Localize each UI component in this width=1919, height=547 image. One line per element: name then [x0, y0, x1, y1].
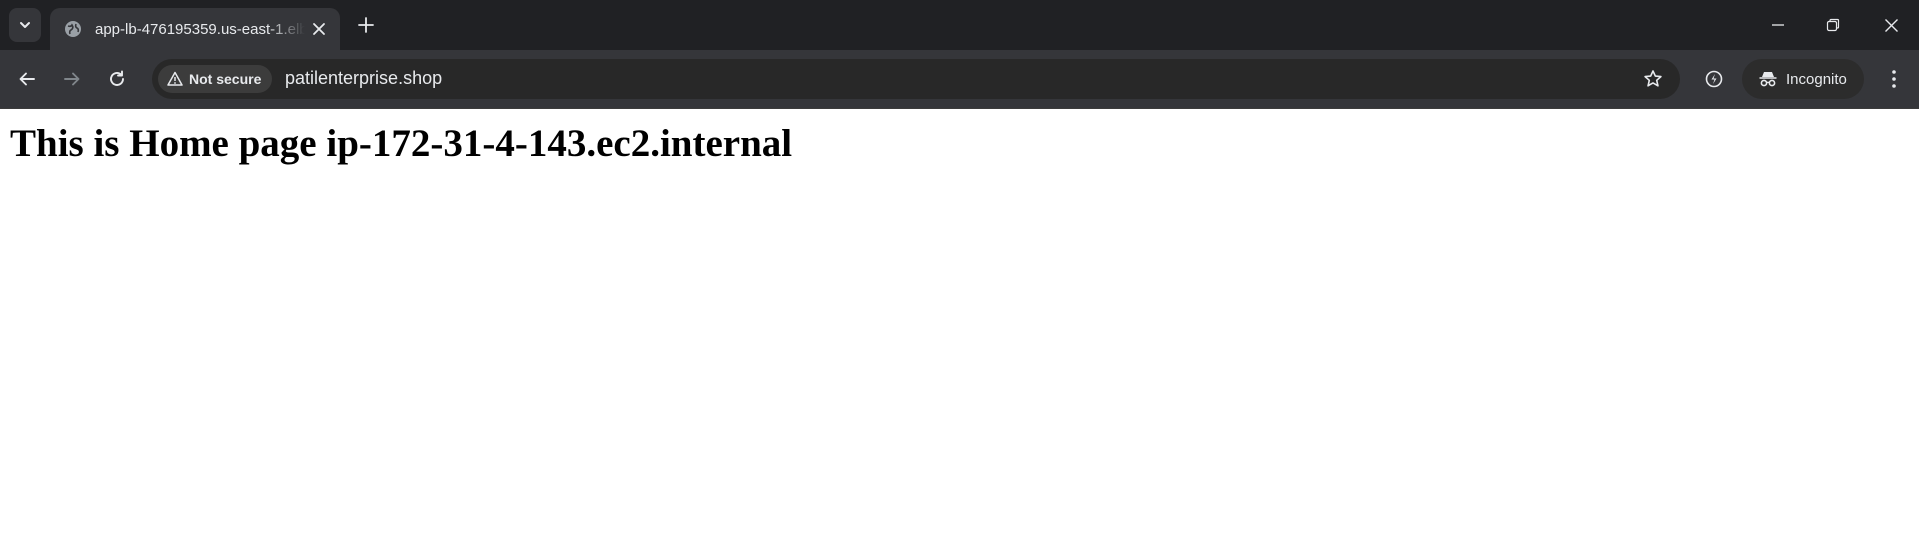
new-tab-button[interactable] [355, 14, 377, 36]
restore-button[interactable] [1821, 13, 1845, 37]
incognito-label: Incognito [1786, 70, 1847, 88]
reload-button[interactable] [104, 66, 130, 92]
page-content: This is Home page ip-172-31-4-143.ec2.in… [0, 109, 1919, 547]
kebab-menu-icon [1891, 69, 1897, 89]
url-text[interactable]: patilenterprise.shop [285, 68, 442, 89]
browser-chrome: app-lb-476195359.us-east-1.elb.amazonaws… [0, 0, 1919, 109]
close-window-button[interactable] [1879, 13, 1903, 37]
incognito-profile-button[interactable]: Incognito [1742, 59, 1864, 99]
chevron-down-icon [18, 18, 32, 32]
warning-triangle-icon [167, 71, 183, 87]
minimize-button[interactable] [1766, 13, 1790, 37]
globe-icon [64, 20, 82, 38]
minimize-icon [1771, 18, 1785, 32]
reload-icon [108, 70, 126, 88]
tab-strip: app-lb-476195359.us-east-1.elb.amazonaws… [0, 0, 1919, 50]
incognito-icon [1758, 69, 1778, 89]
page-heading: This is Home page ip-172-31-4-143.ec2.in… [10, 122, 793, 165]
navigation-toolbar: Not secure patilenterprise.shop Incognit… [0, 50, 1919, 108]
performance-icon [1704, 69, 1724, 89]
browser-tab[interactable]: app-lb-476195359.us-east-1.elb.amazonaws… [50, 8, 340, 50]
back-button[interactable] [14, 66, 40, 92]
browser-menu-button[interactable] [1881, 66, 1907, 92]
close-icon[interactable] [310, 20, 328, 38]
tab-title: app-lb-476195359.us-east-1.elb.amazonaws… [95, 20, 305, 38]
tab-search-button[interactable] [9, 8, 41, 42]
forward-button[interactable] [59, 66, 85, 92]
address-bar[interactable]: Not secure patilenterprise.shop [152, 59, 1680, 99]
restore-icon [1826, 18, 1840, 32]
star-icon[interactable] [1642, 68, 1664, 90]
back-arrow-icon [18, 70, 36, 88]
close-window-icon [1884, 18, 1899, 33]
plus-icon [358, 17, 374, 33]
security-label: Not secure [189, 71, 262, 87]
forward-arrow-icon [63, 70, 81, 88]
performance-button[interactable] [1701, 66, 1727, 92]
security-chip[interactable]: Not secure [158, 65, 272, 93]
